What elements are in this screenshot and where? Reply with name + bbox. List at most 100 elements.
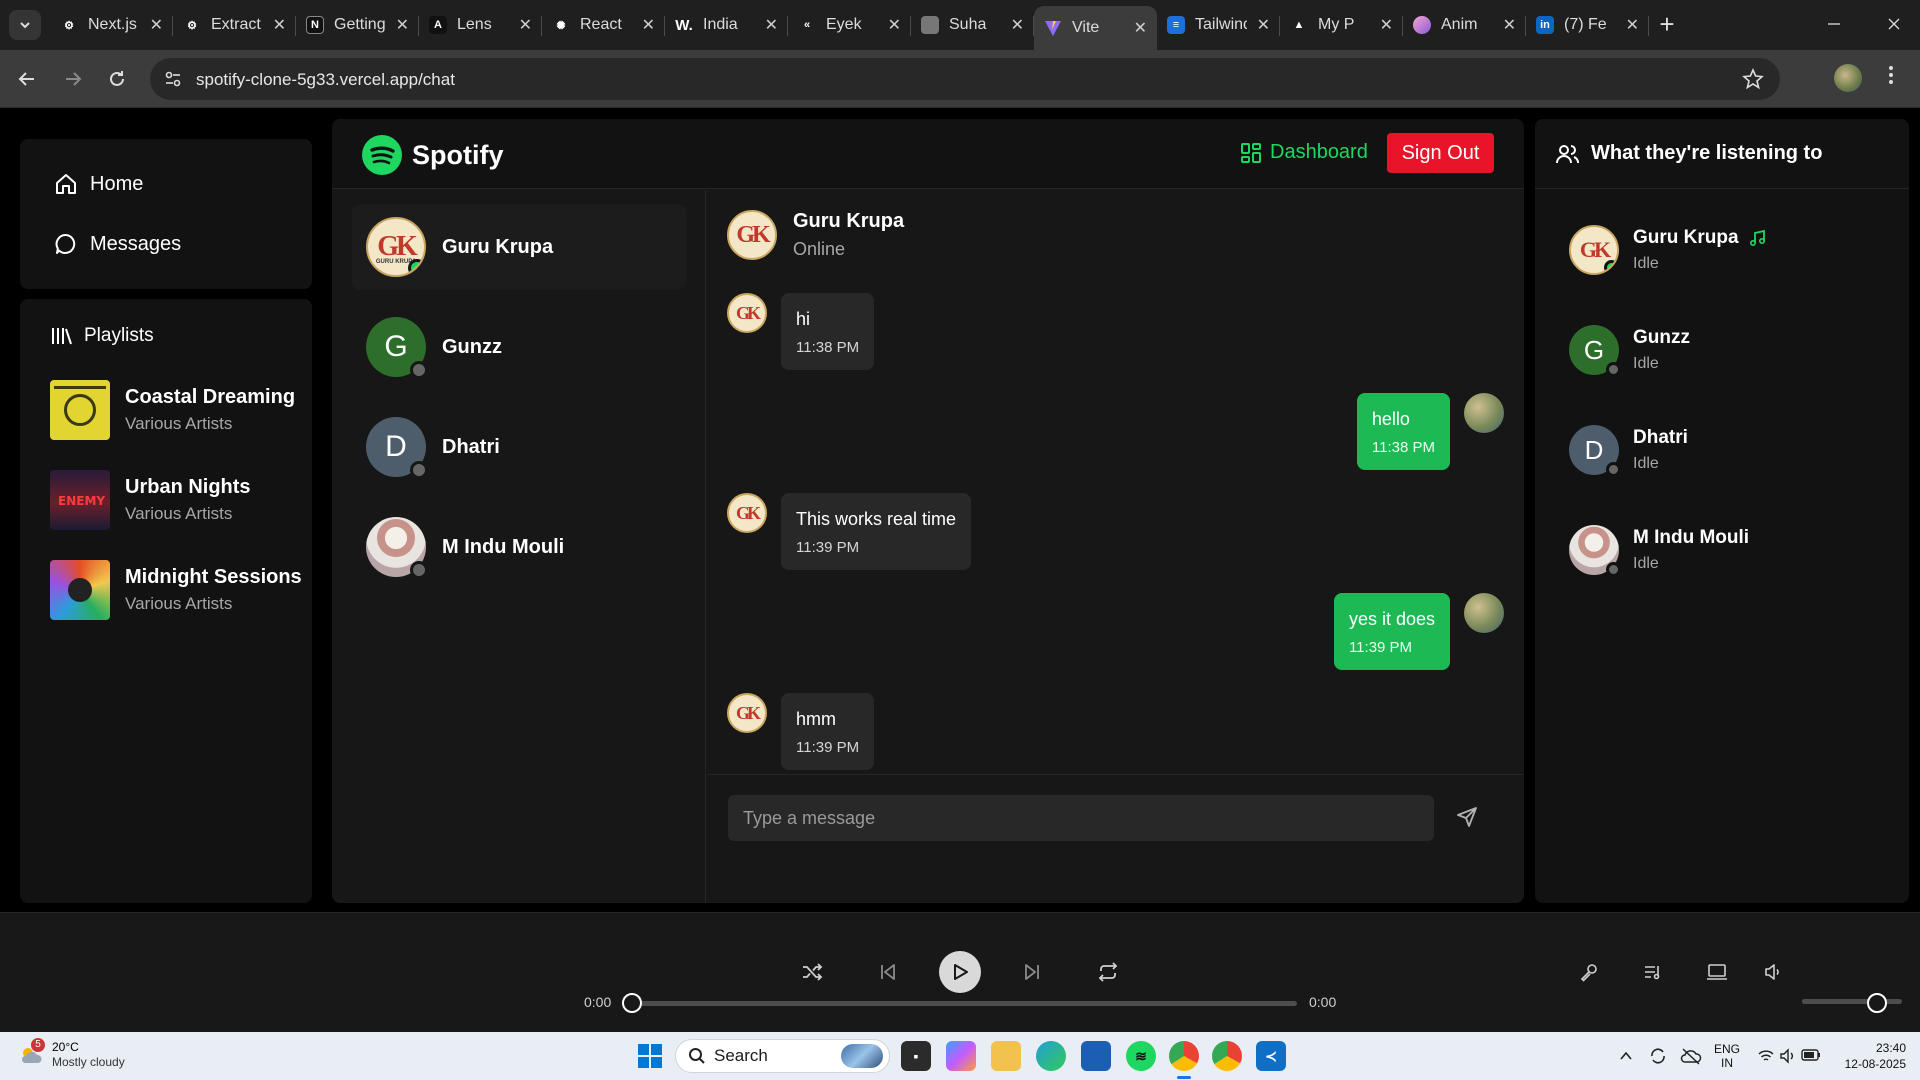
speaker-icon[interactable] (1779, 1047, 1797, 1065)
browser-tab[interactable]: ≡ Tailwind ✕ (1157, 6, 1280, 44)
close-icon[interactable]: ✕ (1257, 15, 1270, 35)
browser-tab[interactable]: ✺ React ✕ (542, 6, 665, 44)
language-indicator[interactable]: ENG IN (1714, 1042, 1740, 1070)
friend-item[interactable]: D Dhatri Idle (1569, 425, 1688, 477)
browser-tab[interactable]: Suha ✕ (911, 6, 1034, 44)
battery-icon[interactable] (1801, 1048, 1821, 1062)
sign-out-button[interactable]: Sign Out (1387, 133, 1494, 173)
site-settings-icon[interactable] (164, 70, 182, 88)
close-icon[interactable]: ✕ (1626, 15, 1639, 35)
progress-knob[interactable] (622, 993, 642, 1013)
spotify-icon[interactable]: ≋ (1126, 1041, 1156, 1071)
edge-icon[interactable] (1036, 1041, 1066, 1071)
message-text: yes it does (1348, 609, 1435, 629)
avatar-text: GK (377, 231, 418, 262)
close-icon[interactable]: ✕ (150, 15, 163, 35)
close-icon[interactable]: ✕ (273, 15, 286, 35)
close-icon[interactable]: ✕ (396, 15, 409, 35)
more-vert-icon[interactable] (1888, 64, 1894, 86)
avatar: D (1569, 425, 1621, 477)
taskbar-search[interactable]: Search (675, 1039, 890, 1073)
devices-button[interactable] (1702, 957, 1732, 987)
playlist-item[interactable]: ENEMY Urban Nights Various Artists (50, 469, 251, 531)
queue-button[interactable] (1638, 957, 1668, 987)
repeat-icon (1098, 962, 1118, 982)
weather-widget[interactable]: 5 20°C Mostly cloudy (18, 1038, 125, 1070)
avatar-text: GK (736, 222, 770, 248)
progress-track[interactable] (632, 1001, 1297, 1006)
browser-tab[interactable]: W. India ✕ (665, 6, 788, 44)
store-icon[interactable] (1081, 1041, 1111, 1071)
profile-avatar[interactable] (1834, 64, 1862, 92)
arrow-right-icon (66, 72, 82, 86)
close-icon[interactable]: ✕ (642, 15, 655, 35)
system-clock[interactable]: 23:40 12-08-2025 (1840, 1040, 1906, 1072)
send-button[interactable] (1455, 805, 1479, 834)
close-window-button[interactable] (1864, 8, 1920, 40)
volume-track[interactable] (1802, 999, 1902, 1004)
duration: 0:00 (1309, 994, 1337, 1010)
browser-tab-active[interactable]: Vite ✕ (1034, 6, 1157, 50)
friend-item[interactable]: G Gunzz Idle (1569, 325, 1690, 377)
chevron-up-icon[interactable] (1619, 1050, 1633, 1062)
close-icon[interactable]: ✕ (519, 15, 532, 35)
browser-tab[interactable]: ⚙ Next.js ✕ (50, 6, 173, 44)
back-button[interactable] (12, 64, 42, 94)
playlist-item[interactable]: Coastal Dreaming Various Artists (50, 379, 295, 441)
previous-button[interactable] (873, 957, 903, 987)
dashboard-button[interactable]: Dashboard (1240, 141, 1368, 164)
copilot-icon[interactable] (946, 1041, 976, 1071)
browser-tab[interactable]: in (7) Fe ✕ (1526, 6, 1649, 44)
forward-button[interactable] (58, 64, 88, 94)
nav-messages[interactable]: Messages (54, 229, 181, 259)
nav-home[interactable]: Home (54, 169, 143, 199)
friend-item[interactable]: GK Guru Krupa Idle (1569, 225, 1767, 275)
browser-tab[interactable]: ▲ My P ✕ (1280, 6, 1403, 44)
contact-item[interactable]: GK GURU KRUPA Guru Krupa (352, 204, 686, 290)
browser-tab[interactable]: Anim ✕ (1403, 6, 1526, 44)
browser-tab[interactable]: ⚙ Extract ✕ (173, 6, 296, 44)
vscode-icon[interactable]: ≺ (1256, 1041, 1286, 1071)
brand[interactable]: Spotify (362, 135, 504, 175)
play-button[interactable] (939, 951, 981, 993)
wifi-icon[interactable] (1757, 1047, 1775, 1065)
shuffle-button[interactable] (797, 957, 827, 987)
volume-knob[interactable] (1867, 993, 1887, 1013)
cloud-off-icon[interactable] (1680, 1046, 1702, 1066)
new-tab-button[interactable]: + (1652, 10, 1682, 40)
tab-title: Anim (1441, 16, 1478, 33)
lyrics-button[interactable] (1574, 957, 1604, 987)
close-icon[interactable]: ✕ (888, 15, 901, 35)
cloud-icon: 5 (18, 1038, 45, 1068)
avatar-initial: G (1583, 334, 1605, 365)
browser-tab[interactable]: A Lens ✕ (419, 6, 542, 44)
bookmark-star-icon[interactable] (1742, 68, 1764, 90)
reload-button[interactable] (102, 64, 132, 94)
address-bar[interactable]: spotify-clone-5g33.vercel.app/chat (150, 58, 1780, 100)
close-icon[interactable]: ✕ (1380, 15, 1393, 35)
repeat-button[interactable] (1093, 957, 1123, 987)
close-icon[interactable]: ✕ (1011, 15, 1024, 35)
browser-tab[interactable]: « Eyek ✕ (788, 6, 911, 44)
restore-button[interactable] (1804, 8, 1864, 40)
close-icon[interactable]: ✕ (765, 15, 778, 35)
chrome-icon[interactable] (1169, 1041, 1199, 1071)
next-button[interactable] (1017, 957, 1047, 987)
contact-item[interactable]: G Gunzz (352, 304, 686, 390)
chrome-profile-icon[interactable] (1212, 1041, 1242, 1071)
mute-button[interactable] (1758, 957, 1788, 987)
close-icon[interactable]: ✕ (1503, 15, 1516, 35)
sync-icon[interactable] (1648, 1046, 1668, 1066)
playlist-item[interactable]: Midnight Sessions Various Artists (50, 559, 302, 621)
browser-tab[interactable]: N Getting ✕ (296, 6, 419, 44)
task-view-icon[interactable]: ▪ (901, 1041, 931, 1071)
start-button[interactable] (638, 1044, 662, 1068)
close-icon[interactable]: ✕ (1134, 18, 1147, 38)
friend-item[interactable]: M Indu Mouli Idle (1569, 525, 1749, 577)
contact-item[interactable]: M Indu Mouli (352, 504, 686, 590)
message-input[interactable] (728, 795, 1434, 841)
file-explorer-icon[interactable] (991, 1041, 1021, 1071)
tab-search-button[interactable] (9, 10, 41, 40)
contact-item[interactable]: D Dhatri (352, 404, 686, 490)
url-text[interactable]: spotify-clone-5g33.vercel.app/chat (196, 70, 455, 90)
